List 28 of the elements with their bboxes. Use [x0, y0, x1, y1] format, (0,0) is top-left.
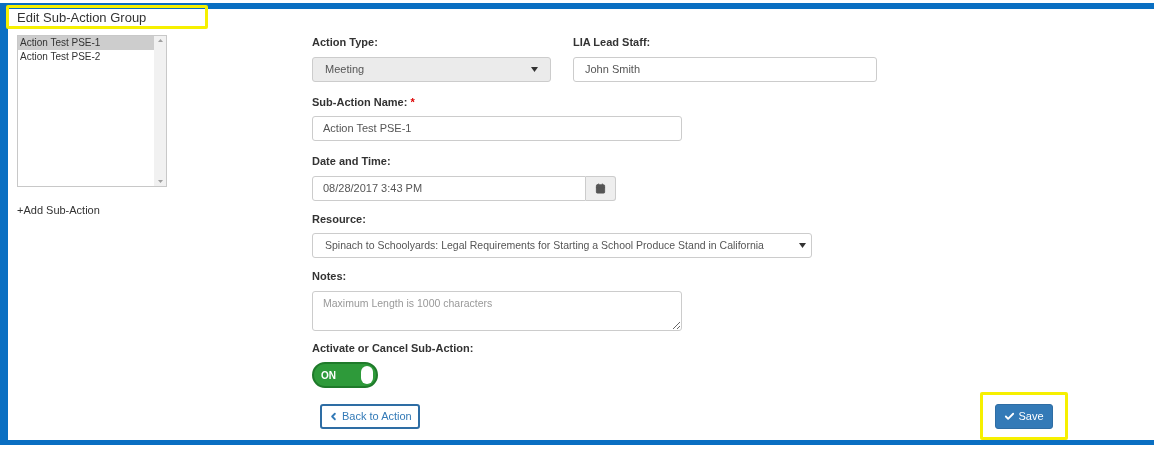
scrollbar[interactable]	[154, 36, 166, 186]
field-label: Activate or Cancel Sub-Action:	[312, 340, 475, 356]
field-label: Notes:	[312, 269, 348, 284]
field-label: Date and Time:	[312, 154, 392, 169]
list-option[interactable]: Action Test PSE-2	[18, 50, 154, 64]
field-label: Action Type:	[312, 35, 379, 50]
list-option[interactable]: Action Test PSE-1	[18, 36, 154, 50]
page-title: Edit Sub-Action Group	[17, 10, 147, 26]
lead-staff-field[interactable]: John Smith	[573, 56, 877, 82]
sub-action-listbox[interactable]: Action Test PSE-1 Action Test PSE-2	[17, 35, 167, 187]
activate-toggle[interactable]: ON	[312, 362, 378, 388]
calendar-button[interactable]	[586, 175, 616, 201]
sub-action-name-field[interactable]: Action Test PSE-1	[312, 116, 682, 141]
add-sub-action-link[interactable]: +Add Sub-Action	[17, 202, 312, 219]
field-label: Sub-Action Name: *	[312, 94, 416, 110]
field-label: Resource:	[312, 211, 367, 227]
scroll-up-icon[interactable]	[157, 39, 163, 42]
back-button[interactable]: Back to Action	[320, 403, 420, 429]
notes-field[interactable]: Maximum Length is 1000 characters	[312, 290, 682, 331]
dropdown-caret-icon	[531, 66, 538, 72]
save-button[interactable]: Save	[995, 403, 1053, 429]
scroll-down-icon[interactable]	[157, 180, 163, 183]
dropdown-caret-icon	[799, 243, 806, 248]
resource-select[interactable]: Spinach to Schoolyards: Legal Requirements for Starting a School Produce Stand in California	[312, 233, 812, 258]
chevron-left-icon	[328, 410, 339, 422]
field-label: LIA Lead Staff:	[573, 35, 652, 50]
date-time-field[interactable]: 08/28/2017 3:43 PM	[312, 175, 586, 201]
check-icon	[1004, 410, 1016, 422]
